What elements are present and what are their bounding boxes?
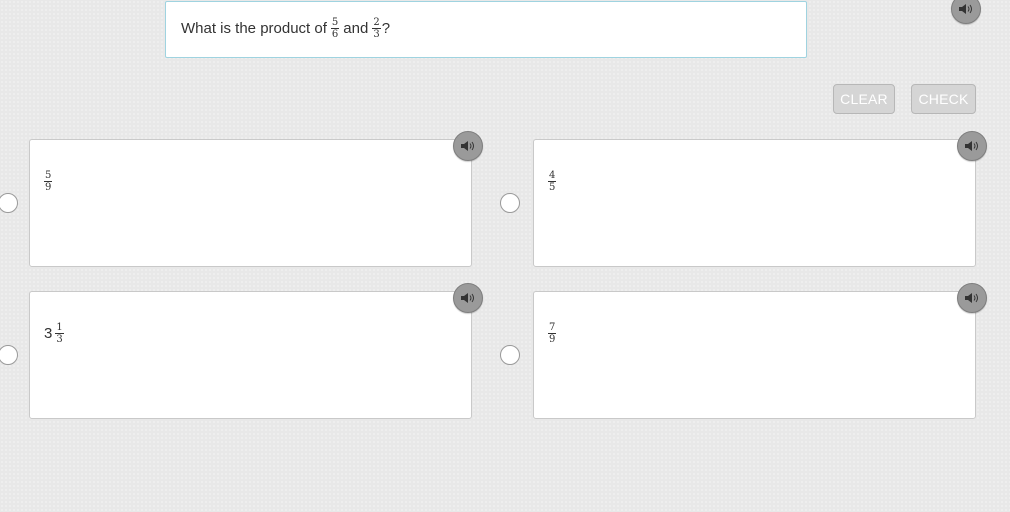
question-conjunction: and [343,20,369,37]
option-audio-button[interactable] [957,283,987,313]
fraction-numerator: 1 [55,322,64,334]
fraction-numerator: 2 [372,17,381,29]
option-audio-button[interactable] [957,131,987,161]
clear-button[interactable]: CLEAR [833,84,895,114]
option-answer: 3 1 3 [44,322,64,345]
question-suffix: ? [381,20,391,37]
question-audio-button[interactable] [951,0,981,24]
fraction-numerator: 7 [548,322,557,334]
speaker-icon [965,293,978,303]
fraction-denominator: 3 [56,334,63,345]
option-radio-d[interactable] [500,345,520,365]
speaker-icon [461,293,474,303]
question-box: What is the product of 5 6 and 2 3 ? [165,0,981,58]
speaker-icon [965,141,978,151]
option-audio-button[interactable] [453,283,483,313]
option-answer: 7 9 [548,322,557,345]
question-fraction-1: 5 6 [330,17,340,40]
mixed-number-whole: 3 [44,325,53,342]
question-prefix: What is the product of [181,20,327,37]
question-fraction-2: 2 3 [372,17,381,40]
check-button[interactable]: CHECK [911,84,976,114]
option-radio-b[interactable] [500,193,520,213]
option-fraction: 5 9 [44,170,53,193]
fraction-denominator: 9 [45,182,52,193]
option-radio-a[interactable] [0,193,18,213]
question-text: What is the product of 5 6 and 2 3 ? [181,17,390,40]
option-fraction: 4 5 [548,170,557,193]
fraction-numerator: 5 [44,170,53,182]
speaker-icon [461,141,474,151]
fraction-denominator: 5 [549,182,556,193]
fraction-denominator: 9 [549,334,556,345]
speaker-icon [959,4,972,14]
fraction-denominator: 6 [331,29,339,40]
option-card-b[interactable]: 4 5 [533,131,987,267]
option-fraction: 7 9 [548,322,557,345]
page: What is the product of 5 6 and 2 3 ? CLE… [0,0,1010,512]
option-card-a[interactable]: 5 9 [29,131,483,267]
option-answer: 4 5 [548,170,557,193]
fraction-denominator: 3 [373,29,380,40]
option-radio-c[interactable] [0,345,18,365]
fraction-numerator: 4 [548,170,557,182]
option-audio-button[interactable] [453,131,483,161]
fraction-numerator: 5 [330,17,340,29]
option-fraction: 1 3 [55,322,64,345]
option-answer: 5 9 [44,170,53,193]
option-card-c[interactable]: 3 1 3 [29,283,483,419]
option-card-d[interactable]: 7 9 [533,283,987,419]
